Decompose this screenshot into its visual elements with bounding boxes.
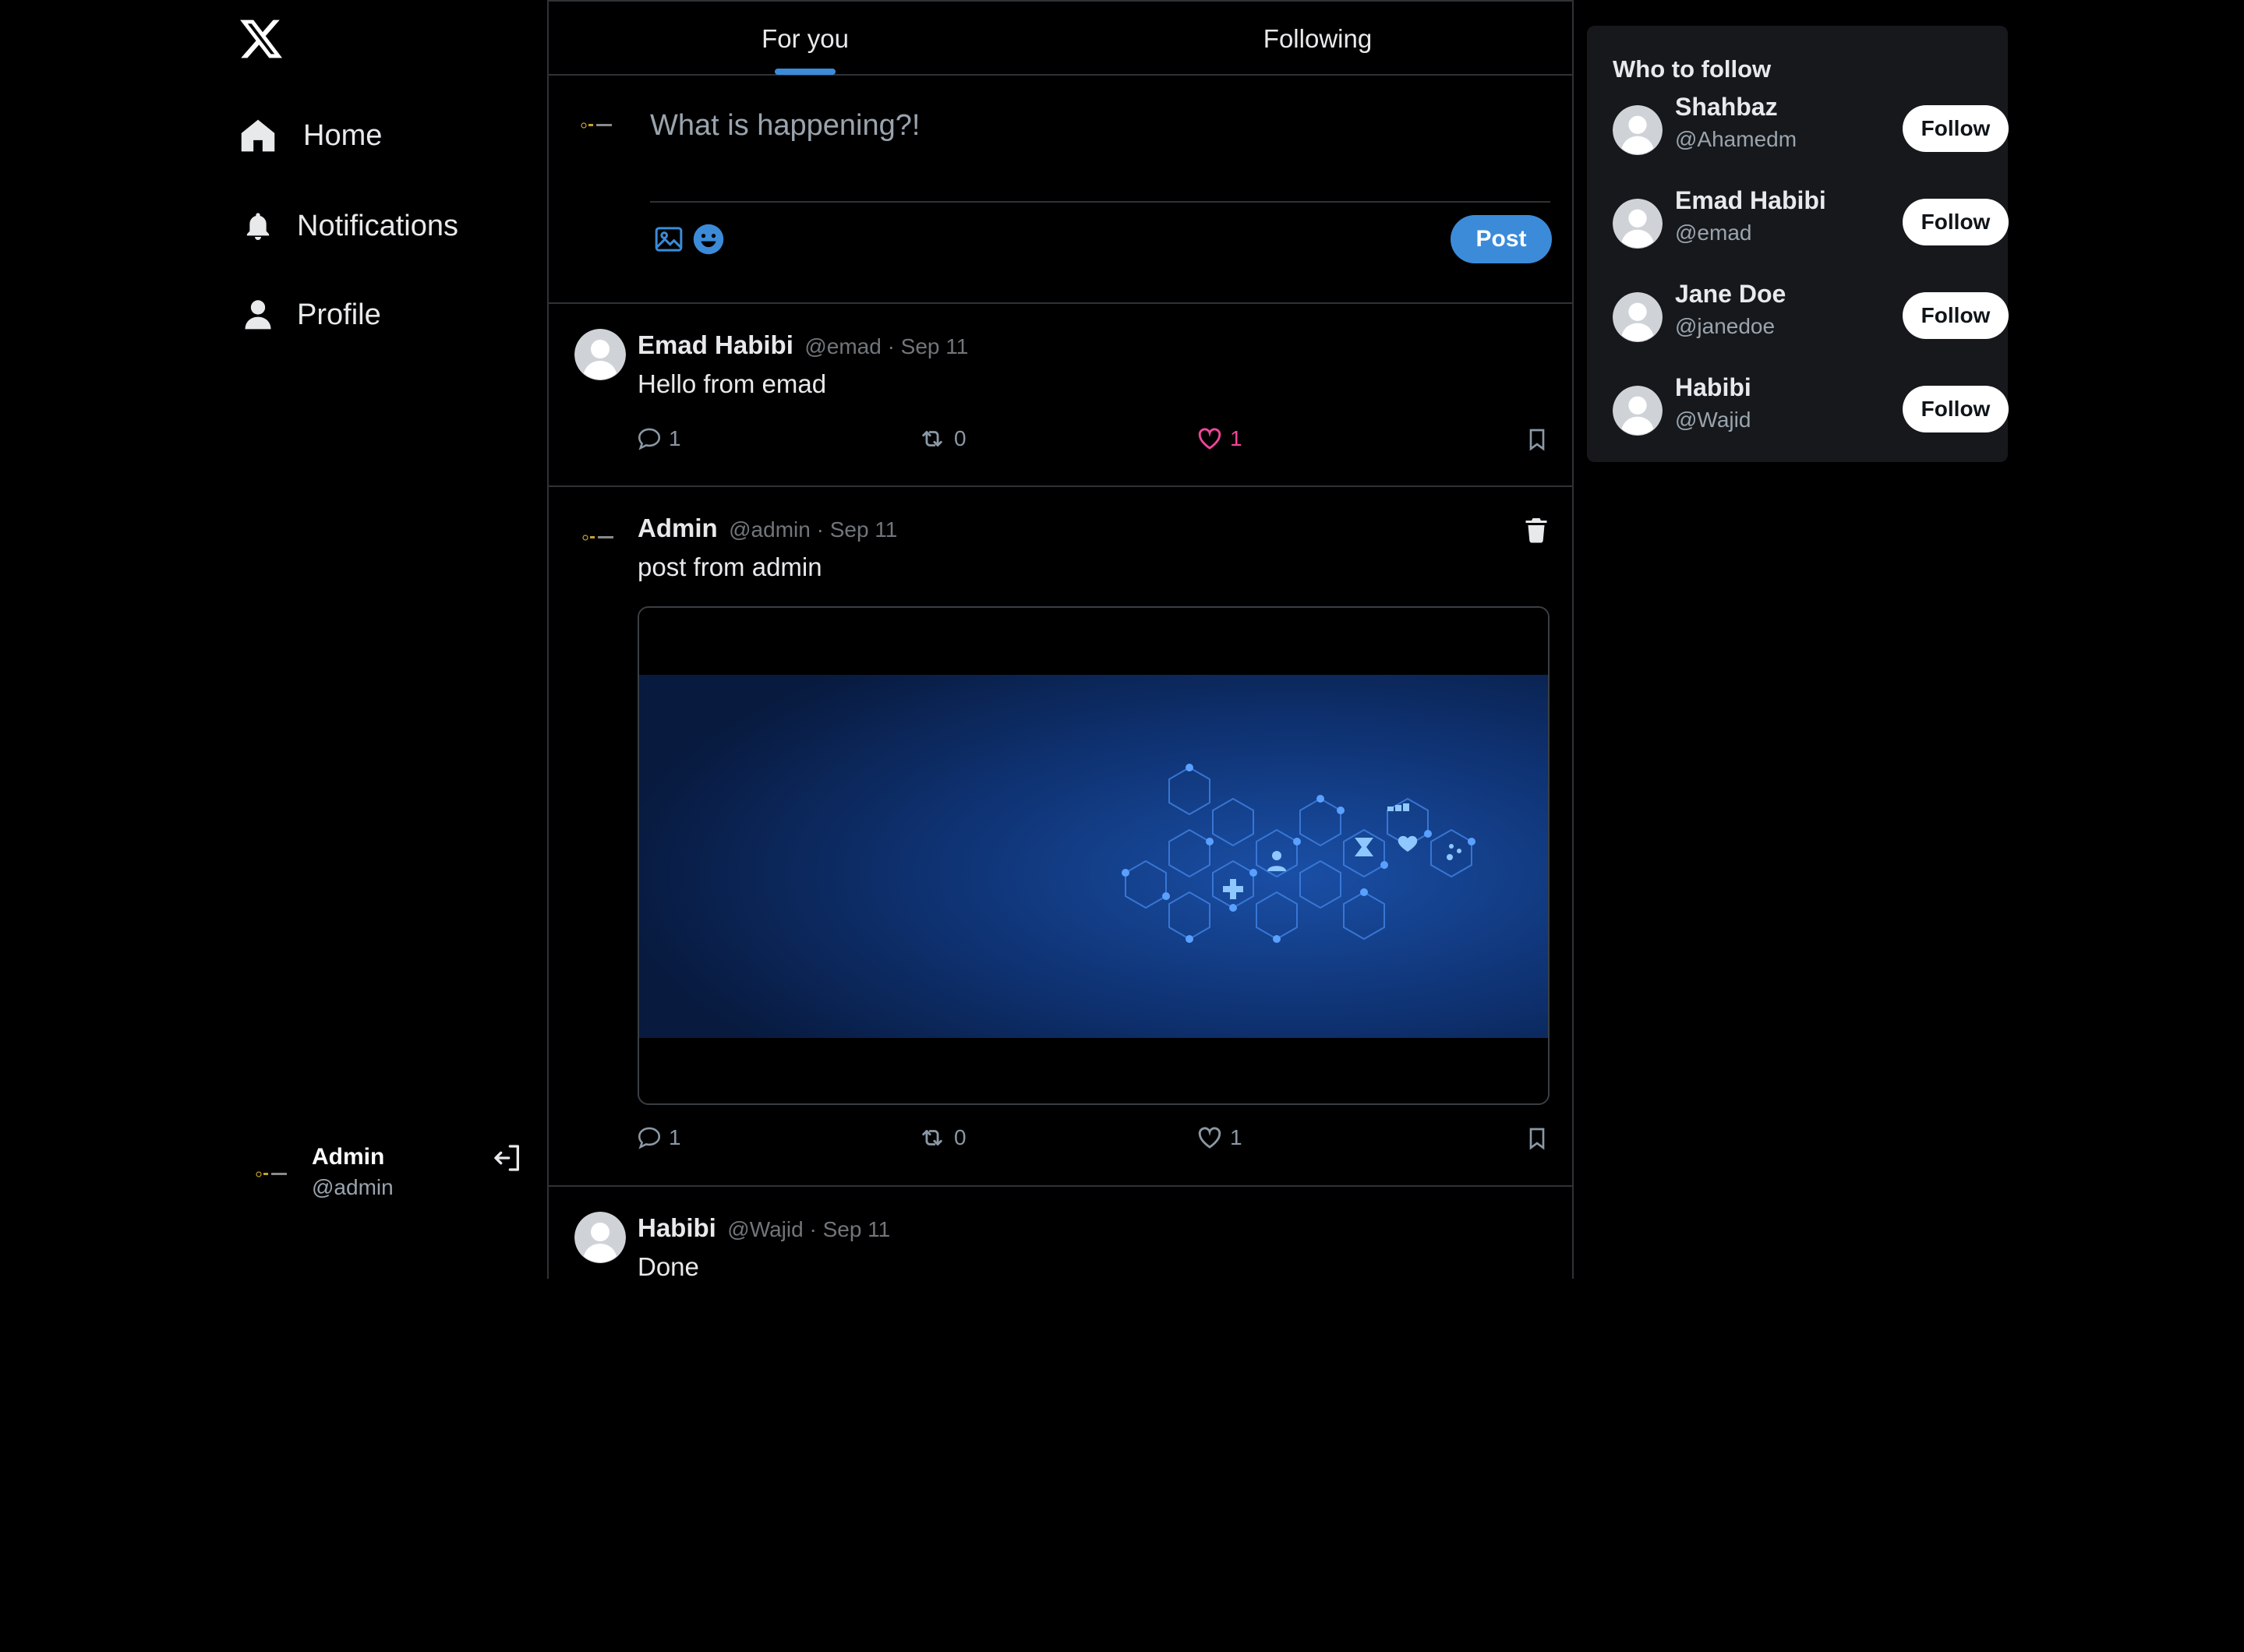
- suggestion-name: Jane Doe: [1675, 280, 1786, 308]
- post-actions: [636, 1621, 1556, 1652]
- follow-suggestion[interactable]: Jane Doe @janedoe Follow: [1613, 280, 2009, 350]
- like-button[interactable]: 1: [1196, 425, 1242, 452]
- reply-count: 1: [669, 426, 681, 450]
- reply-count: 1: [669, 1125, 681, 1149]
- post-button[interactable]: Post: [1451, 215, 1552, 263]
- retweet-icon: [922, 1130, 942, 1145]
- author-name[interactable]: Habibi: [638, 1213, 716, 1242]
- post-item[interactable]: Habibi @Wajid · Sep 11 Done: [549, 1187, 1572, 1281]
- retweet-button[interactable]: 0: [917, 425, 967, 452]
- post-actions: 1 0 1: [636, 1124, 1556, 1156]
- composer-divider: [650, 201, 1550, 203]
- suggestion-name: Shahbaz: [1675, 93, 1778, 121]
- comment-icon: [638, 428, 661, 450]
- suggestion-name: Emad Habibi: [1675, 186, 1826, 214]
- account-handle: @admin: [312, 1175, 394, 1199]
- heart-icon: [1198, 1127, 1221, 1149]
- retweet-button[interactable]: 0: [917, 1124, 967, 1151]
- follow-button[interactable]: Follow: [1903, 105, 2009, 152]
- suggestion-name: Habibi: [1675, 373, 1751, 401]
- avatar[interactable]: [574, 512, 626, 563]
- tab-following[interactable]: Following: [1062, 2, 1574, 76]
- author-name[interactable]: Admin: [638, 514, 718, 542]
- suggestion-handle: @janedoe: [1675, 314, 1776, 338]
- post-text: post from admin: [638, 552, 822, 581]
- delete-trash-icon[interactable]: [1522, 514, 1550, 545]
- follow-suggestion[interactable]: Habibi @Wajid Follow: [1613, 373, 2009, 443]
- author-handle-date: @admin · Sep 11: [729, 517, 898, 542]
- follow-button[interactable]: Follow: [1903, 292, 2009, 339]
- suggestion-handle: @emad: [1675, 221, 1752, 245]
- tab-for-you[interactable]: For you: [549, 2, 1062, 76]
- suggestion-handle: @Ahamedm: [1675, 127, 1797, 151]
- retweet-icon: [922, 431, 942, 447]
- who-to-follow-panel: Who to follow Shahbaz @Ahamedm Follow Em…: [1587, 26, 2009, 462]
- comment-icon: [638, 1127, 661, 1149]
- post-media-image[interactable]: [638, 606, 1550, 1105]
- post-actions: 1 0 1: [636, 425, 1556, 457]
- like-count: 1: [1230, 426, 1242, 450]
- follow-suggestion[interactable]: Shahbaz @Ahamedm Follow: [1613, 93, 2009, 163]
- reply-button[interactable]: 1: [636, 425, 681, 452]
- bell-icon: [238, 206, 278, 246]
- avatar: [1613, 292, 1663, 342]
- media-icon[interactable]: [653, 224, 684, 255]
- avatar[interactable]: [574, 329, 626, 380]
- suggestion-handle: @Wajid: [1675, 408, 1751, 432]
- post-header: Emad Habibi @emad · Sep 11: [638, 330, 968, 360]
- x-logo-icon[interactable]: [238, 16, 284, 62]
- author-handle-date: @emad · Sep 11: [804, 334, 969, 358]
- retweet-count: 0: [954, 426, 967, 450]
- post-text: Hello from emad: [638, 369, 827, 398]
- emoji-icon[interactable]: [692, 223, 725, 256]
- follow-suggestion[interactable]: Emad Habibi @emad Follow: [1613, 186, 2009, 256]
- nav-item-home[interactable]: Home: [238, 115, 382, 156]
- home-icon: [238, 115, 278, 156]
- who-to-follow-title: Who to follow: [1613, 55, 1772, 83]
- active-tab-indicator: [775, 69, 836, 75]
- like-button[interactable]: 1: [1196, 1124, 1242, 1151]
- bookmark-icon: [1529, 429, 1545, 451]
- avatar: [1613, 105, 1663, 155]
- account-name: Admin: [312, 1144, 385, 1170]
- avatar: [1613, 199, 1663, 249]
- nav-label-home: Home: [303, 118, 383, 152]
- post-header: Habibi @Wajid · Sep 11: [638, 1213, 890, 1243]
- nav-item-profile[interactable]: Profile: [238, 295, 381, 335]
- heart-icon: [1198, 428, 1221, 450]
- post-header: Admin @admin · Sep 11: [638, 514, 897, 543]
- retweet-count: 0: [954, 1125, 967, 1149]
- like-count: 1: [1230, 1125, 1242, 1149]
- bookmark-icon: [1529, 1128, 1545, 1150]
- bookmark-button[interactable]: [1525, 425, 1550, 454]
- post-item[interactable]: Emad Habibi @emad · Sep 11 Hello from em…: [549, 304, 1572, 487]
- nav-label-notifications: Notifications: [297, 209, 458, 242]
- timeline-tabs: For you Following: [549, 0, 1572, 76]
- reply-button[interactable]: 1: [636, 1124, 681, 1151]
- avatar[interactable]: [574, 1212, 626, 1263]
- author-name[interactable]: Emad Habibi: [638, 330, 793, 359]
- person-icon: [238, 295, 278, 335]
- compose-input[interactable]: [650, 102, 1546, 149]
- timeline: For you Following What is happening?! Po…: [547, 0, 1574, 1281]
- nav-label-profile: Profile: [297, 298, 381, 331]
- author-handle-date: @Wajid · Sep 11: [727, 1217, 891, 1241]
- avatar: [1613, 386, 1663, 436]
- post-text: Done: [638, 1252, 699, 1281]
- bookmark-button[interactable]: [1525, 1124, 1550, 1153]
- follow-button[interactable]: Follow: [1903, 199, 2009, 245]
- nav-item-notifications[interactable]: Notifications: [238, 206, 458, 246]
- post-item[interactable]: Admin @admin · Sep 11 post from admin 1 …: [549, 487, 1572, 1187]
- account-switcher[interactable]: Admin @admin: [254, 1139, 527, 1209]
- post-composer: Post: [549, 76, 1572, 304]
- avatar: [254, 1155, 293, 1194]
- follow-button[interactable]: Follow: [1903, 386, 2009, 432]
- logout-icon[interactable]: [492, 1142, 523, 1174]
- avatar: [580, 107, 617, 144]
